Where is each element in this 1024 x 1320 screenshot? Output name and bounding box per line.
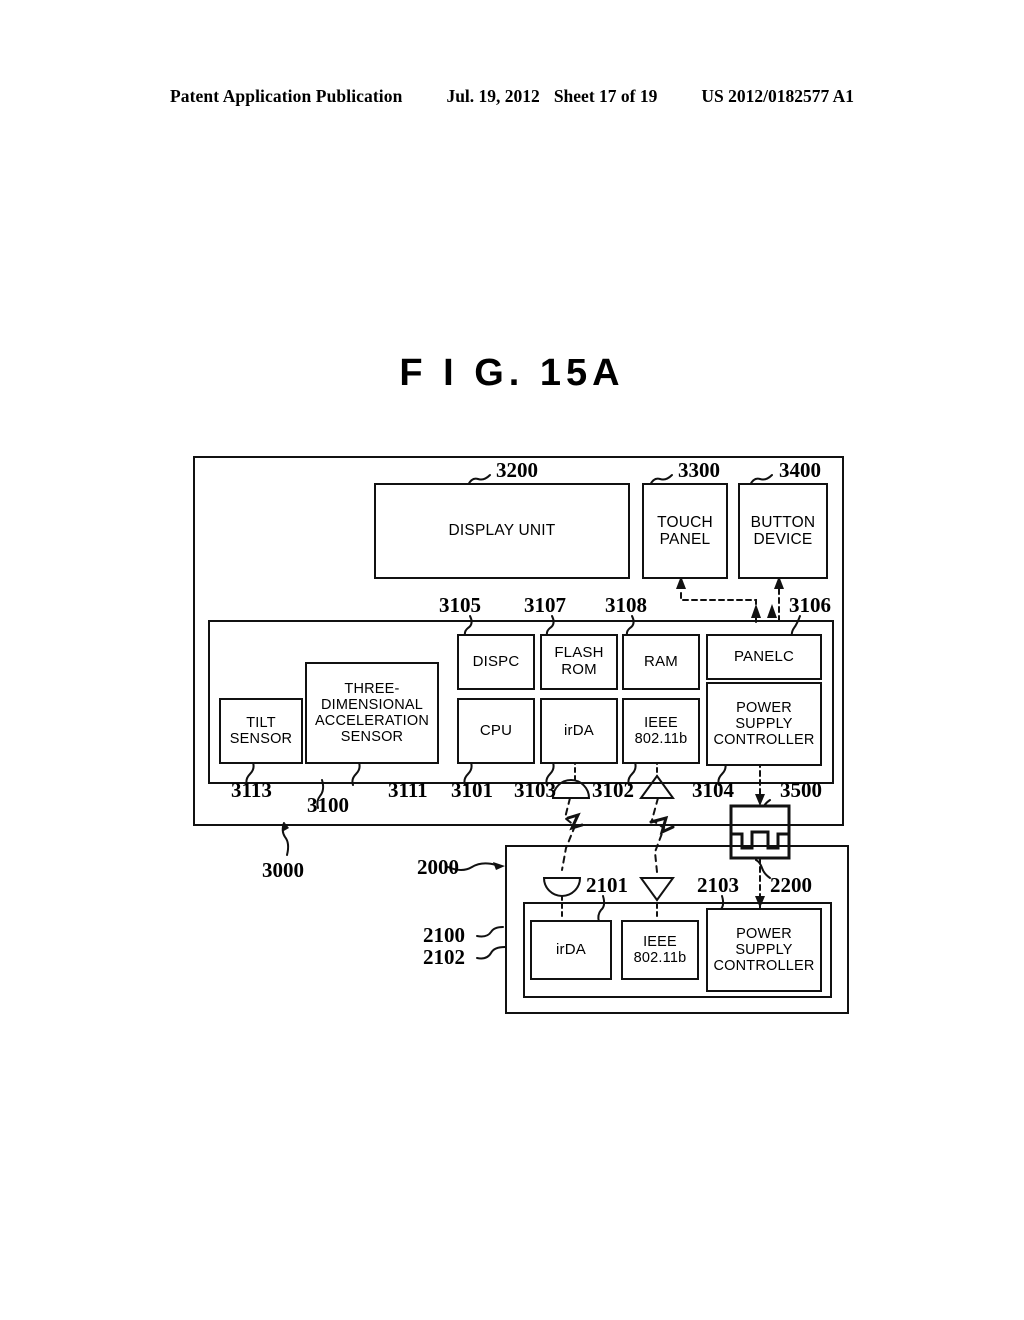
button-device-label-2: DEVICE: [753, 531, 813, 548]
ref-2000: 2000: [417, 855, 459, 879]
ref-3101: 3101: [451, 778, 493, 802]
irda-label: irDA: [564, 721, 594, 739]
display-unit-label: DISPLAY UNIT: [448, 522, 556, 540]
lead-2102: [476, 946, 506, 960]
ieee-block[interactable]: IEEE 802.11b: [622, 698, 700, 764]
flash-rom-label-1: FLASH: [554, 644, 604, 662]
ieee-label-2: 802.11b: [634, 731, 688, 747]
ref-3105: 3105: [439, 593, 481, 617]
button-device-label-1: BUTTON: [750, 513, 816, 531]
ref-3104: 3104: [692, 778, 734, 802]
ref-3111: 3111: [388, 778, 428, 802]
accel-sensor-label-1: THREE-: [344, 680, 400, 697]
tilt-sensor-label-1: TILT: [246, 714, 276, 731]
psc-2-label-1: POWER: [736, 925, 792, 942]
figure-drawing: DISPLAY UNIT 3200 TOUCH PANEL 3300 BUTTO…: [0, 0, 1024, 1320]
tilt-sensor-label-2: SENSOR: [229, 731, 293, 747]
button-device-block[interactable]: BUTTON DEVICE: [738, 483, 828, 579]
touch-panel-block[interactable]: TOUCH PANEL: [642, 483, 728, 579]
ref-3103: 3103: [514, 778, 556, 802]
cpu-block[interactable]: CPU: [457, 698, 535, 764]
lead-2100: [476, 926, 504, 938]
psc-2-label-3: CONTROLLER: [713, 958, 815, 975]
power-supply-controller-block-2[interactable]: POWER SUPPLY CONTROLLER: [706, 908, 822, 992]
ref-3300: 3300: [678, 458, 720, 482]
panelc-block[interactable]: PANELC: [706, 634, 822, 680]
psc-label-1: POWER: [736, 699, 792, 716]
flash-rom-label-2: ROM: [561, 661, 597, 678]
irda-2-label: irDA: [556, 940, 586, 958]
ieee-block-2[interactable]: IEEE 802.11b: [621, 920, 699, 980]
ram-label: RAM: [644, 652, 678, 670]
psc-2-label-2: SUPPLY: [735, 941, 793, 958]
dispc-block[interactable]: DISPC: [457, 634, 535, 690]
irda-block[interactable]: irDA: [540, 698, 618, 764]
acceleration-sensor-block[interactable]: THREE- DIMENSIONAL ACCELERATION SENSOR: [305, 662, 439, 764]
ref-3000: 3000: [262, 858, 304, 882]
irda-block-2[interactable]: irDA: [530, 920, 612, 980]
ref-2103: 2103: [697, 873, 739, 897]
ref-3108: 3108: [605, 593, 647, 617]
touch-panel-label-2: PANEL: [659, 531, 711, 548]
ref-3102: 3102: [592, 778, 634, 802]
accel-sensor-label-2: DIMENSIONAL: [320, 696, 424, 713]
display-unit-block[interactable]: DISPLAY UNIT: [374, 483, 630, 579]
ref-3100: 3100: [307, 793, 349, 817]
accel-sensor-label-3: ACCELERATION: [314, 713, 430, 729]
ref-3107: 3107: [524, 593, 566, 617]
tilt-sensor-block[interactable]: TILT SENSOR: [219, 698, 303, 764]
panelc-label: PANELC: [733, 647, 795, 665]
ref-2200: 2200: [770, 873, 812, 897]
touch-panel-label-1: TOUCH: [657, 513, 713, 531]
dispc-label: DISPC: [472, 652, 520, 670]
ram-block[interactable]: RAM: [622, 634, 700, 690]
ieee-label-1: IEEE: [644, 714, 678, 731]
ref-3200: 3200: [496, 458, 538, 482]
ref-3500: 3500: [780, 778, 822, 802]
lead-2000-arrow: [493, 862, 505, 870]
ref-3113: 3113: [231, 778, 272, 802]
ieee-2-label-1: IEEE: [643, 933, 677, 950]
flash-rom-block[interactable]: FLASH ROM: [540, 634, 618, 690]
ref-3400: 3400: [779, 458, 821, 482]
ref-2102: 2102: [423, 945, 465, 969]
psc-label-3: CONTROLLER: [713, 732, 815, 749]
psc-label-2: SUPPLY: [735, 715, 793, 732]
cpu-label: CPU: [479, 721, 513, 739]
accel-sensor-label-4: SENSOR: [340, 729, 404, 746]
ref-2101: 2101: [586, 873, 628, 897]
power-supply-controller-block[interactable]: POWER SUPPLY CONTROLLER: [706, 682, 822, 766]
ieee-2-label-2: 802.11b: [633, 950, 687, 966]
ref-3106: 3106: [789, 593, 831, 617]
